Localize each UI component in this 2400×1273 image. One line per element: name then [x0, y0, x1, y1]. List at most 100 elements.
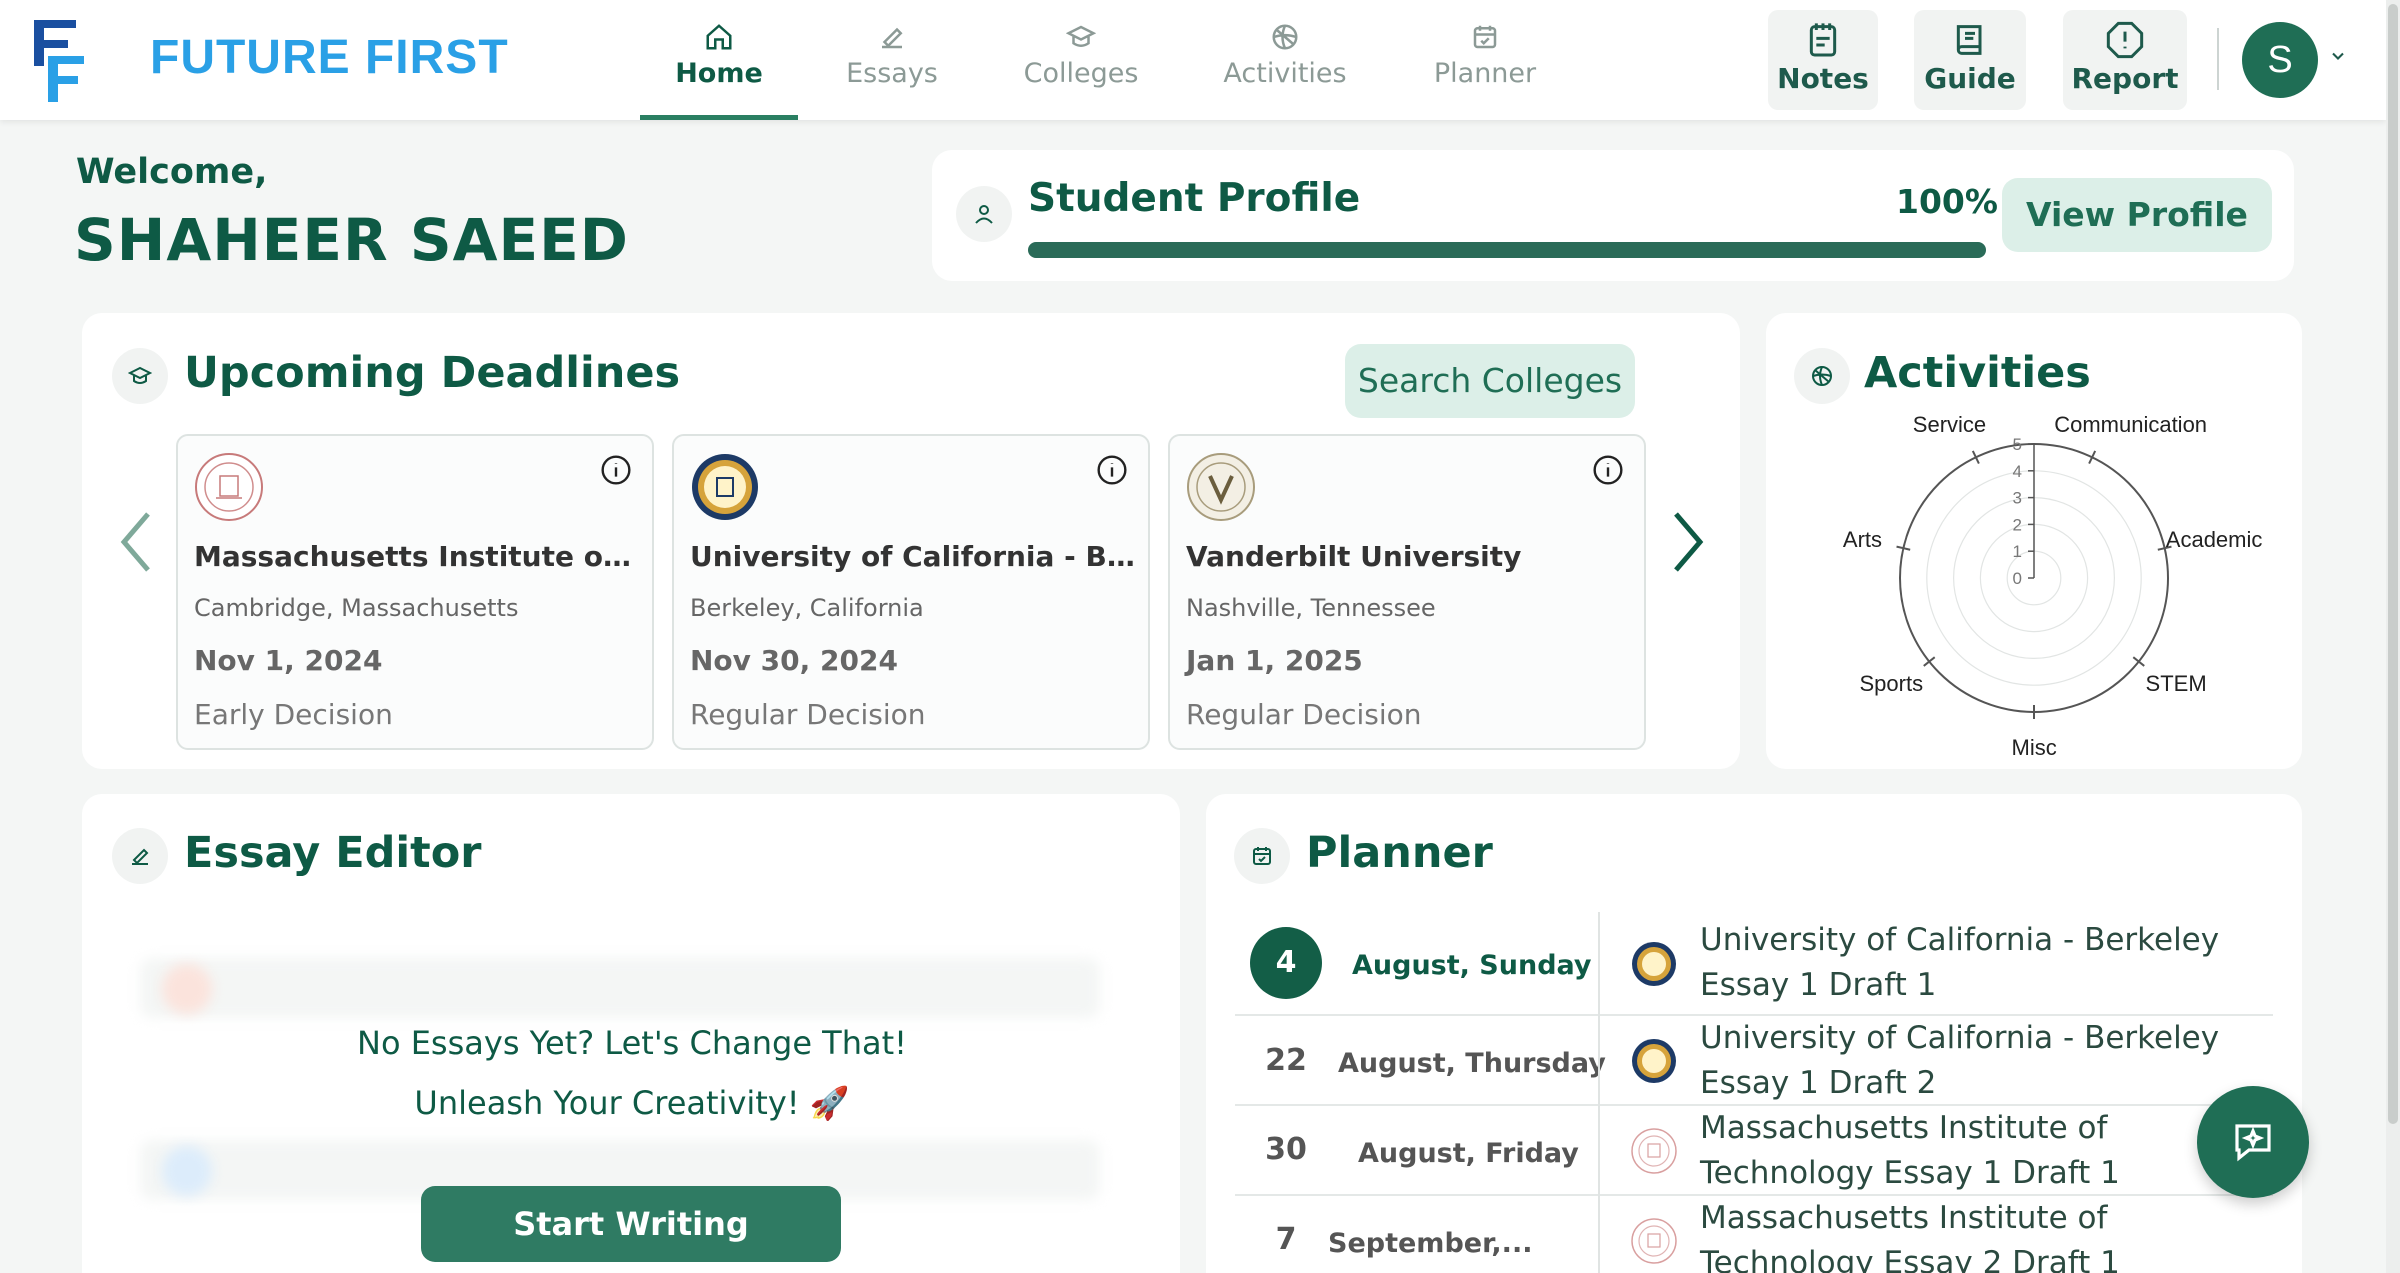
planner-day: 22 [1265, 1043, 1307, 1078]
vanderbilt-seal-icon [1187, 453, 1255, 521]
planner-task-line: Massachusetts Institute of [1700, 1110, 2108, 1146]
radar-axis-tick [1923, 656, 1936, 667]
essay-icon [132, 848, 149, 865]
essay-icon-circle [112, 828, 168, 884]
deadline-date: Nov 30, 2024 [690, 644, 898, 677]
tool-label: Report [2071, 62, 2179, 95]
radar-axis-label: Communication [2054, 411, 2208, 437]
planner-task-line: University of California - Berkeley [1700, 922, 2220, 958]
tool-label: Notes [1777, 62, 1869, 95]
radar-axis-label: Academic [2165, 527, 2263, 553]
planner-date: August, Friday [1358, 1138, 1579, 1169]
tool-label: Guide [1924, 62, 2016, 95]
search-colleges-button[interactable]: Search Colleges [1345, 344, 1635, 418]
guide-button[interactable]: Guide [1914, 10, 2026, 110]
nav-label: Colleges [1023, 58, 1139, 89]
notes-icon [1809, 23, 1837, 57]
radar-axis-label: Service [1912, 411, 1987, 437]
notes-button[interactable]: Notes [1768, 10, 1878, 110]
essay-editor-title: Essay Editor [184, 828, 482, 878]
planner-task: Massachusetts Institute of Technology Ess… [1700, 1106, 2240, 1196]
deadline-date: Nov 1, 2024 [194, 644, 383, 677]
radar-axis-label: Misc [2011, 735, 2057, 760]
future-first-logo[interactable] [34, 20, 84, 102]
deadlines-icon-circle [112, 348, 168, 404]
berkeley-seal-icon [1632, 942, 1676, 986]
nav-tab-activities[interactable]: Activities [1200, 0, 1370, 120]
decision-type: Regular Decision [690, 698, 926, 731]
planner-task-line: Essay 1 Draft 1 [1700, 967, 1937, 1003]
planner-day-badge: 4 [1250, 927, 1322, 999]
essay-icon [882, 27, 903, 49]
planner-day: 30 [1265, 1132, 1307, 1167]
mit-seal-icon [1631, 1128, 1677, 1174]
info-icon[interactable] [1096, 454, 1128, 486]
planner-task-line: Essay 1 Draft 2 [1700, 1065, 1937, 1101]
activities-title: Activities [1864, 348, 2091, 398]
info-icon[interactable] [1592, 454, 1624, 486]
profile-title: Student Profile [1028, 176, 1361, 221]
user-avatar[interactable]: S [2242, 22, 2318, 98]
brand-name[interactable]: FUTURE FIRST [150, 30, 509, 85]
college-deadline-card[interactable]: University of California - Berke... Berk… [672, 434, 1150, 750]
activities-radar-chart: 0 1 2 3 4 5 [1896, 435, 2172, 719]
carousel-next-icon[interactable] [1668, 510, 1708, 574]
scrollbar-thumb[interactable] [2388, 4, 2398, 1124]
activity-ball-icon [1812, 366, 1832, 386]
planner-task-line: Massachusetts Institute of [1700, 1200, 2108, 1236]
planner-separator [1598, 1016, 1600, 1106]
welcome-greeting: Welcome, [76, 152, 268, 192]
activity-ball-icon [1272, 24, 1298, 50]
planner-date: September,... [1328, 1228, 1533, 1259]
planner-row[interactable]: 30 August, Friday Massachusetts Institut… [1235, 1106, 2273, 1196]
radar-axis-label: Sports [1859, 670, 1924, 696]
book-icon [1956, 25, 1982, 55]
report-button[interactable]: Report [2063, 10, 2187, 110]
mit-seal-icon [1631, 1218, 1677, 1264]
activities-icon-circle [1794, 348, 1850, 404]
profile-percent: 100% [1896, 182, 1998, 221]
chat-sparkle-icon [2235, 1124, 2271, 1162]
nav-tab-home[interactable]: Home [640, 0, 798, 120]
planner-task-line: Technology Essay 2 Draft 1 [1700, 1245, 2120, 1273]
berkeley-seal-icon [1632, 1039, 1676, 1083]
radar-scale-label: 3 [2013, 489, 2022, 508]
planner-row[interactable]: 4 August, Sunday University of Californi… [1235, 912, 2273, 1016]
planner-separator [1598, 1106, 1600, 1196]
top-navbar: FUTURE FIRST Home Essays Colleges Activi… [0, 0, 2386, 120]
ai-assistant-button[interactable] [2197, 1086, 2309, 1198]
college-deadline-card[interactable]: Massachusetts Institute of Tec... Cambri… [176, 434, 654, 750]
planner-task-line: University of California - Berkeley [1700, 1020, 2220, 1056]
planner-row[interactable]: 22 August, Thursday University of Califo… [1235, 1016, 2273, 1106]
view-profile-button[interactable]: View Profile [2002, 178, 2272, 252]
decision-type: Regular Decision [1186, 698, 1422, 731]
toolbar-divider [2217, 28, 2219, 90]
calendar-icon [1473, 25, 1497, 49]
deadlines-title: Upcoming Deadlines [184, 348, 681, 398]
mit-seal-icon [195, 453, 263, 521]
info-icon[interactable] [600, 454, 632, 486]
college-deadline-card[interactable]: Vanderbilt University Nashville, Tenness… [1168, 434, 1646, 750]
college-name: Massachusetts Institute of Tec... [194, 540, 640, 573]
nav-tab-essays[interactable]: Essays [822, 0, 962, 120]
chevron-down-icon[interactable] [2328, 46, 2348, 66]
start-writing-button[interactable]: Start Writing [421, 1186, 841, 1262]
user-icon [975, 205, 993, 224]
planner-date: August, Thursday [1338, 1048, 1606, 1079]
user-name: SHAHEER SAEED [74, 206, 629, 274]
placeholder-row [140, 958, 1100, 1018]
planner-separator [1598, 912, 1600, 1016]
nav-tab-colleges[interactable]: Colleges [1000, 0, 1162, 120]
nav-label: Home [675, 58, 763, 89]
radar-axis-tick [2132, 656, 2145, 667]
planner-task: University of California - Berkeley Essay… [1700, 1016, 2240, 1106]
radar-scale-label: 0 [2013, 569, 2022, 588]
planner-row[interactable]: 7 September,... Massachusetts Institute … [1235, 1196, 2273, 1273]
carousel-prev-icon[interactable] [116, 510, 156, 574]
college-location: Cambridge, Massachusetts [194, 594, 519, 622]
decision-type: Early Decision [194, 698, 393, 731]
planner-date: August, Sunday [1352, 950, 1592, 981]
deadline-date: Jan 1, 2025 [1186, 644, 1363, 677]
nav-tab-planner[interactable]: Planner [1410, 0, 1560, 120]
planner-task-line: Technology Essay 1 Draft 1 [1700, 1155, 2120, 1191]
